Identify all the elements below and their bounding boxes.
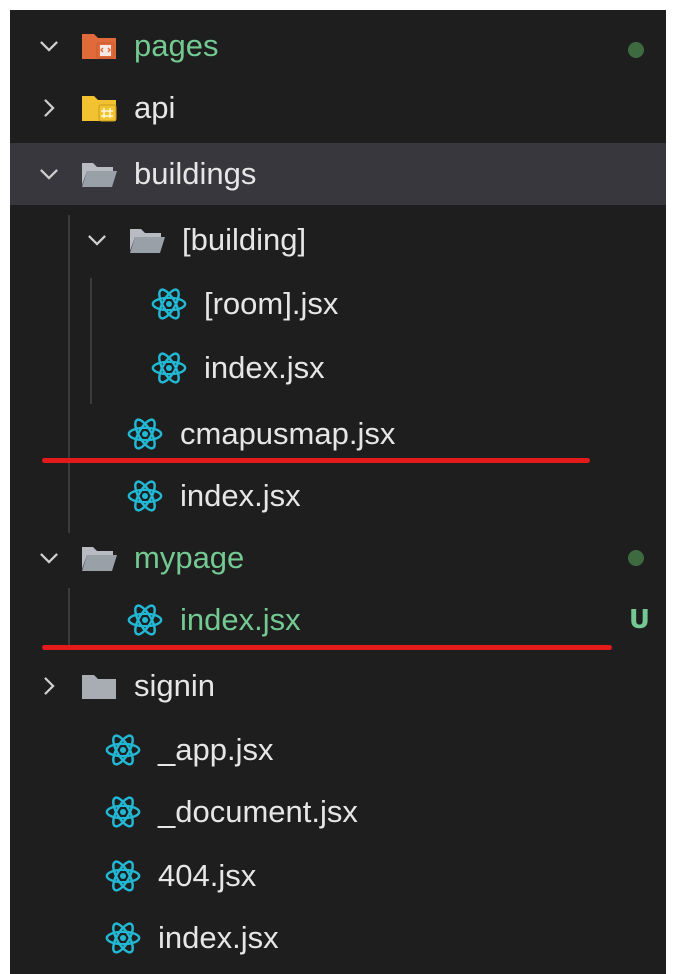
pages-folder-icon xyxy=(80,29,118,63)
tree-item-label: [building] xyxy=(182,222,307,257)
tree-item-cmapusmap-jsx[interactable]: cmapusmap.jsx xyxy=(10,403,666,465)
tree-item-label: index.jsx xyxy=(180,602,301,637)
chevron-down-icon xyxy=(82,225,112,255)
tree-item-document-jsx[interactable]: _document.jsx xyxy=(10,781,666,843)
chevron-right-icon xyxy=(34,671,64,701)
react-icon xyxy=(126,603,164,637)
tree-item-label: _app.jsx xyxy=(158,732,274,767)
api-folder-icon xyxy=(80,91,118,125)
tree-item-buildings[interactable]: buildings xyxy=(10,143,666,205)
tree-item-signin[interactable]: signin xyxy=(10,655,666,717)
react-icon xyxy=(104,795,142,829)
tree-item-pages[interactable]: pages xyxy=(10,15,666,77)
folder-open-icon xyxy=(128,223,166,257)
chevron-down-icon xyxy=(34,543,64,573)
tree-item-label: 404.jsx xyxy=(158,858,257,893)
modified-dot xyxy=(628,42,644,58)
tree-item-label: [room].jsx xyxy=(204,286,339,321)
tree-item-building[interactable]: [building] xyxy=(10,209,666,271)
react-icon xyxy=(150,287,188,321)
red-underline-annotation xyxy=(42,645,612,650)
tree-item-label: signin xyxy=(134,668,215,703)
tree-item-label: pages xyxy=(134,28,219,63)
tree-item-label: buildings xyxy=(134,156,257,191)
tree-item-label: index.jsx xyxy=(158,920,279,955)
chevron-down-icon xyxy=(34,159,64,189)
tree-item-label: cmapusmap.jsx xyxy=(180,416,396,451)
tree-item-room-jsx[interactable]: [room].jsx xyxy=(10,273,666,335)
untracked-badge: U xyxy=(628,605,650,635)
modified-dot xyxy=(628,550,644,566)
tree-item-api[interactable]: api xyxy=(10,77,666,139)
tree-item-label: index.jsx xyxy=(204,350,325,385)
folder-closed-icon xyxy=(80,669,118,703)
react-icon xyxy=(104,733,142,767)
tree-item-label: index.jsx xyxy=(180,478,301,513)
tree-item-index-jsx[interactable]: index.jsx U xyxy=(10,589,666,651)
file-explorer-tree: pages api buildings [building] [room].js… xyxy=(10,10,666,974)
tree-item-mypage[interactable]: mypage xyxy=(10,527,666,589)
tree-item-404-jsx[interactable]: 404.jsx xyxy=(10,845,666,907)
chevron-down-icon xyxy=(34,31,64,61)
red-underline-annotation xyxy=(42,458,590,463)
react-icon xyxy=(126,479,164,513)
tree-item-label: mypage xyxy=(134,540,245,575)
tree-item-app-jsx[interactable]: _app.jsx xyxy=(10,719,666,781)
tree-item-label: _document.jsx xyxy=(158,794,358,829)
folder-open-icon xyxy=(80,541,118,575)
react-icon xyxy=(126,417,164,451)
chevron-right-icon xyxy=(34,93,64,123)
react-icon xyxy=(150,351,188,385)
tree-item-index-jsx[interactable]: index.jsx xyxy=(10,907,666,969)
react-icon xyxy=(104,859,142,893)
folder-open-icon xyxy=(80,157,118,191)
tree-item-index-jsx[interactable]: index.jsx xyxy=(10,465,666,527)
tree-item-label: api xyxy=(134,90,176,125)
react-icon xyxy=(104,921,142,955)
tree-item-index-jsx[interactable]: index.jsx xyxy=(10,337,666,399)
